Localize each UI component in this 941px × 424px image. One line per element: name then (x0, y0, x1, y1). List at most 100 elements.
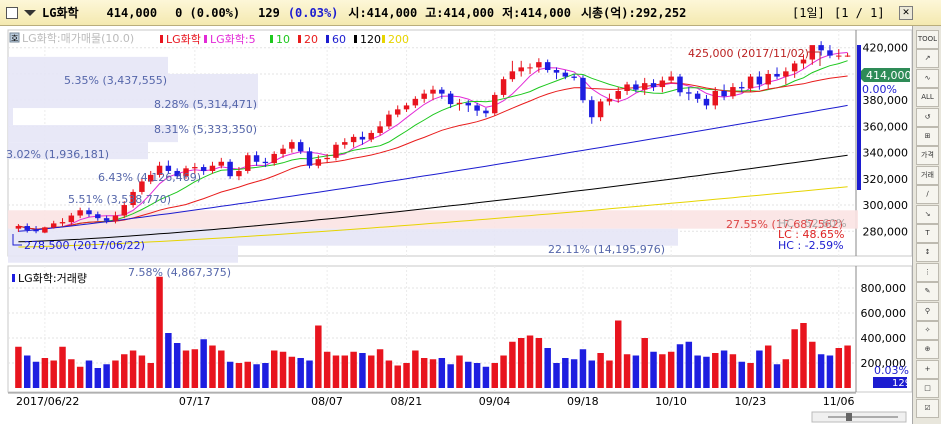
volume-profile-band (8, 108, 13, 126)
volume-bar (270, 350, 278, 388)
volume-bar (323, 351, 331, 388)
toolbar-button-13[interactable]: ✎ (916, 282, 939, 302)
toolbar-button-16[interactable]: ⊕ (916, 340, 939, 360)
candle-body (121, 205, 127, 216)
volume-bar (764, 345, 772, 388)
right-toolbar: TOOL ↗ ∿ ALL ↺ ⊞ 가격 거래 ∕ ↘ T ↕ ⋮ ✎ ⚲ ✧ ⊕ + □ ☑ (912, 26, 941, 424)
candle-body (236, 170, 242, 177)
volume-bar (32, 361, 40, 388)
volume-bar (509, 341, 516, 388)
volume-bar (676, 344, 684, 388)
toolbar-button-9[interactable]: ↘ (916, 204, 939, 224)
volume-bar (844, 345, 851, 388)
candle-body (386, 114, 392, 127)
toolbar-button-11[interactable]: ↕ (916, 243, 939, 263)
volume-bar (482, 366, 490, 388)
change-pct-label: 0.00% (862, 83, 897, 96)
candle-body (739, 87, 745, 89)
candle-body (430, 89, 436, 94)
legend-swatch (204, 35, 207, 43)
volume-bar (15, 346, 22, 388)
candle-body (677, 76, 683, 93)
volume-bar (173, 343, 181, 388)
volume-bar (667, 351, 675, 388)
candle-body (245, 155, 251, 171)
candle-body (33, 229, 39, 232)
candle-body (271, 153, 277, 164)
volume-bar (244, 361, 251, 388)
candle-body (192, 167, 198, 169)
volume-bar (517, 338, 525, 388)
toolbar-button-3[interactable]: ALL (916, 88, 939, 108)
legend-swatch (326, 35, 329, 43)
toolbar-button-7[interactable]: 거래 (916, 165, 939, 185)
toolbar-button-0[interactable]: TOOL (916, 30, 939, 49)
candle-body (421, 93, 427, 99)
volume-bar (403, 363, 410, 388)
volume-bar (385, 360, 393, 388)
toolbar-button-1[interactable]: ↗ (916, 49, 939, 69)
volume-bar (456, 355, 463, 388)
candle-body (712, 90, 719, 106)
toolbar-button-5[interactable]: ⊞ (916, 127, 939, 146)
candle-body (86, 210, 92, 215)
date-tick-label: 10/10 (655, 395, 687, 408)
candle-body (42, 227, 48, 233)
volume-bar (41, 358, 49, 388)
stock-chart[interactable]: 420,000 400,000 380,000 360,000 340,000 320,0… (0, 0, 941, 424)
price-tick-label: 340,000 (863, 147, 909, 160)
candle-body (342, 142, 348, 145)
candle-body (68, 215, 75, 223)
toolbar-button-12[interactable]: ⋮ (916, 262, 939, 282)
volume-legend-label: LG화학:거래량 (18, 272, 87, 285)
legend-swatch (270, 35, 273, 43)
toolbar-button-15[interactable]: ✧ (916, 321, 939, 340)
toolbar-button-2[interactable]: ∿ (916, 68, 939, 88)
candle-body (103, 218, 110, 221)
volume-bar (315, 325, 322, 388)
candle-body (262, 161, 269, 164)
candle-body (394, 109, 401, 115)
price-tick-label: 420,000 (863, 42, 909, 55)
date-tick-label: 08/21 (391, 395, 423, 408)
toolbar-button-4[interactable]: ↺ (916, 107, 939, 127)
candle-body (403, 105, 410, 110)
hc-annotation: HC : -2.59% (778, 239, 844, 252)
volume-bar (791, 329, 798, 388)
date-tick-label: 11/06 (823, 395, 855, 408)
toolbar-button-17[interactable]: + (916, 359, 939, 379)
volume-tick-label: 600,000 (861, 307, 907, 320)
candle-body (527, 67, 533, 69)
volume-bar (306, 360, 313, 388)
volume-bar (465, 361, 472, 388)
volume-bar (641, 338, 648, 388)
volume-bar (23, 355, 31, 388)
candle-body (209, 165, 216, 171)
candle-body (800, 59, 807, 64)
candle-body (333, 144, 339, 158)
candle-body (686, 92, 692, 94)
toolbar-button-14[interactable]: ⚲ (916, 301, 939, 321)
date-tick-label: 2017/06/22 (16, 395, 79, 408)
toolbar-button-6[interactable]: 가격 (916, 146, 939, 166)
price-tick-label: 360,000 (863, 120, 909, 133)
price-tick-label: 300,000 (863, 199, 909, 212)
volume-bar (773, 364, 781, 388)
toolbar-button-18[interactable]: □ (916, 379, 939, 399)
volume-bar (420, 358, 428, 388)
candle-body (774, 73, 780, 77)
price-tick-label: 320,000 (863, 173, 909, 186)
toolbar-button-8[interactable]: ∕ (916, 185, 939, 205)
volume-profile-label: 8.28% (5,314,471) (154, 98, 257, 111)
candle-body (324, 157, 330, 160)
toolbar-button-10[interactable]: T (916, 224, 939, 243)
volume-bar (720, 350, 728, 388)
toolbar-button-19[interactable]: ☑ (916, 398, 939, 418)
volume-bar (729, 354, 737, 388)
candle-body (59, 222, 66, 224)
volume-bar (226, 361, 234, 388)
candle-body (650, 83, 657, 88)
volume-bar (279, 351, 287, 388)
volume-profile-label: 22.11% (14,195,976) (548, 243, 665, 256)
candle-body (659, 80, 666, 88)
